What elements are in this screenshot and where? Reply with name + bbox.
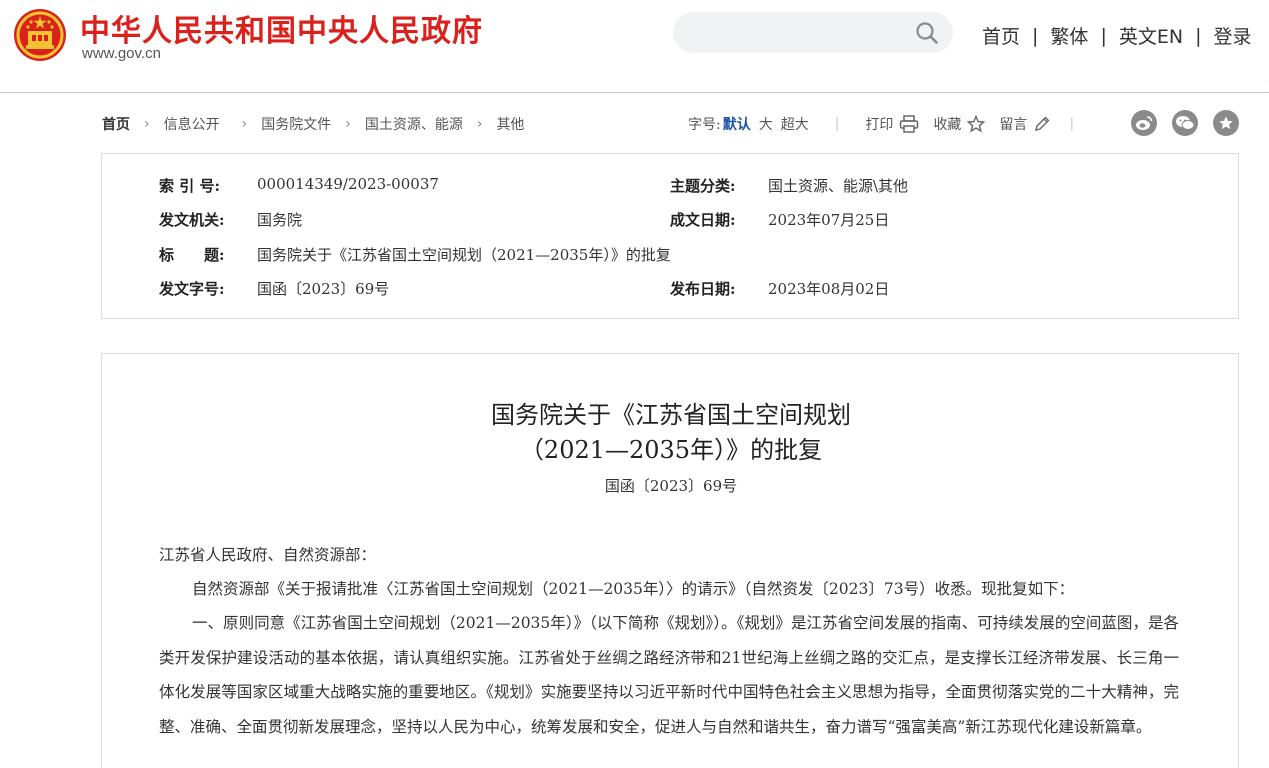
font-size-large[interactable]: 大 — [759, 114, 773, 134]
font-size-xlarge[interactable]: 超大 — [781, 114, 809, 134]
chevron-right-icon: › — [345, 116, 351, 132]
nav-separator: | — [1195, 24, 1202, 47]
document-addressee: 江苏省人民政府、自然资源部： — [159, 546, 377, 564]
index-value: 000014349/2023-00037 — [257, 175, 439, 193]
nav-traditional-link[interactable]: 繁体 — [1050, 22, 1088, 49]
chevron-right-icon: › — [241, 116, 248, 132]
site-domain: www.gov.cn — [82, 45, 161, 62]
printer-icon — [900, 115, 919, 133]
pencil-icon — [1035, 116, 1050, 131]
star-icon[interactable] — [1213, 110, 1239, 136]
share-bar — [1131, 110, 1254, 136]
site-title[interactable]: 中华人民共和国中央人民政府 — [80, 6, 483, 50]
document-info-table: 索 引 号: 000014349/2023-00037 主题分类: 国土资源、能… — [101, 153, 1239, 319]
star-outline-icon — [967, 115, 986, 133]
nav-separator: | — [1032, 24, 1039, 47]
nav-login-link[interactable]: 登录 — [1213, 22, 1251, 49]
search-input[interactable] — [689, 20, 909, 44]
document-paragraph-1: 自然资源部《关于报请批准〈江苏省国土空间规划（2021—2035年）〉的请示》（… — [192, 580, 1075, 598]
page-tools: 字号: 默认 大 超大 | 打印 收藏 留言 | — [688, 114, 1100, 134]
doc-no-label: 发文字号: — [159, 280, 225, 298]
created-label: 成文日期: — [670, 211, 736, 229]
favorite-label: 收藏 — [933, 117, 962, 133]
issuer-label: 发文机关: — [159, 211, 225, 229]
national-emblem-icon[interactable] — [12, 7, 68, 63]
doc-no-value: 国函〔2023〕69号 — [257, 280, 390, 298]
nav-english-link[interactable]: 英文EN — [1119, 22, 1183, 49]
document-title-line1: 国务院关于《江苏省国土空间规划 — [491, 401, 851, 429]
category-value: 国土资源、能源\其他 — [768, 177, 909, 195]
document-body: 国务院关于《江苏省国土空间规划 （2021—2035年）》的批复 国函〔2023… — [101, 353, 1239, 768]
category-label: 主题分类: — [670, 177, 736, 195]
issuer-value: 国务院 — [257, 211, 303, 229]
breadcrumb-info-public[interactable]: 信息公开 — [164, 114, 220, 134]
comment-label: 留言 — [999, 117, 1028, 133]
search-icon[interactable] — [915, 21, 939, 45]
weibo-icon[interactable] — [1131, 110, 1157, 136]
chevron-right-icon: › — [144, 116, 150, 132]
comment-button[interactable]: 留言 — [999, 114, 1051, 134]
document-number: 国函〔2023〕69号 — [604, 477, 738, 495]
tools-divider: | — [834, 116, 840, 132]
title-label: 标 题: — [159, 246, 225, 264]
index-label: 索 引 号: — [159, 177, 220, 195]
created-value: 2023年07月25日 — [768, 211, 890, 229]
search-box[interactable] — [673, 12, 953, 53]
breadcrumb-land-energy[interactable]: 国土资源、能源 — [365, 114, 463, 134]
favorite-button[interactable]: 收藏 — [933, 114, 986, 134]
print-button[interactable]: 打印 — [865, 114, 919, 134]
published-label: 发布日期: — [670, 280, 736, 298]
top-nav: 首页 | 繁体 | 英文EN | 登录 — [982, 22, 1251, 49]
breadcrumb-other[interactable]: 其他 — [496, 114, 524, 134]
published-value: 2023年08月02日 — [768, 280, 890, 298]
tools-divider: | — [1069, 116, 1075, 132]
nav-home-link[interactable]: 首页 — [982, 22, 1020, 49]
document-paragraph-2: 一、原则同意《江苏省国土空间规划（2021—2035年）》（以下简称《规划》）。… — [159, 614, 1179, 736]
wechat-icon[interactable] — [1172, 110, 1198, 136]
site-header: 中华人民共和国中央人民政府 www.gov.cn 首页 | 繁体 | 英文EN … — [0, 0, 1269, 93]
chevron-right-icon: › — [476, 116, 483, 132]
document-title-line2: （2021—2035年）》的批复 — [519, 436, 823, 464]
font-size-default[interactable]: 默认 — [723, 114, 751, 134]
title-value: 国务院关于《江苏省国土空间规划（2021—2035年）》的批复 — [257, 246, 671, 264]
breadcrumb-state-council-docs[interactable]: 国务院文件 — [261, 114, 331, 134]
nav-separator: | — [1100, 24, 1107, 47]
font-size-label: 字号: — [688, 117, 721, 133]
breadcrumb-home[interactable]: 首页 — [102, 114, 130, 134]
breadcrumb: 首页 › 信息公开 › 国务院文件 › 国土资源、能源 › 其他 — [102, 114, 524, 134]
print-label: 打印 — [865, 117, 894, 133]
